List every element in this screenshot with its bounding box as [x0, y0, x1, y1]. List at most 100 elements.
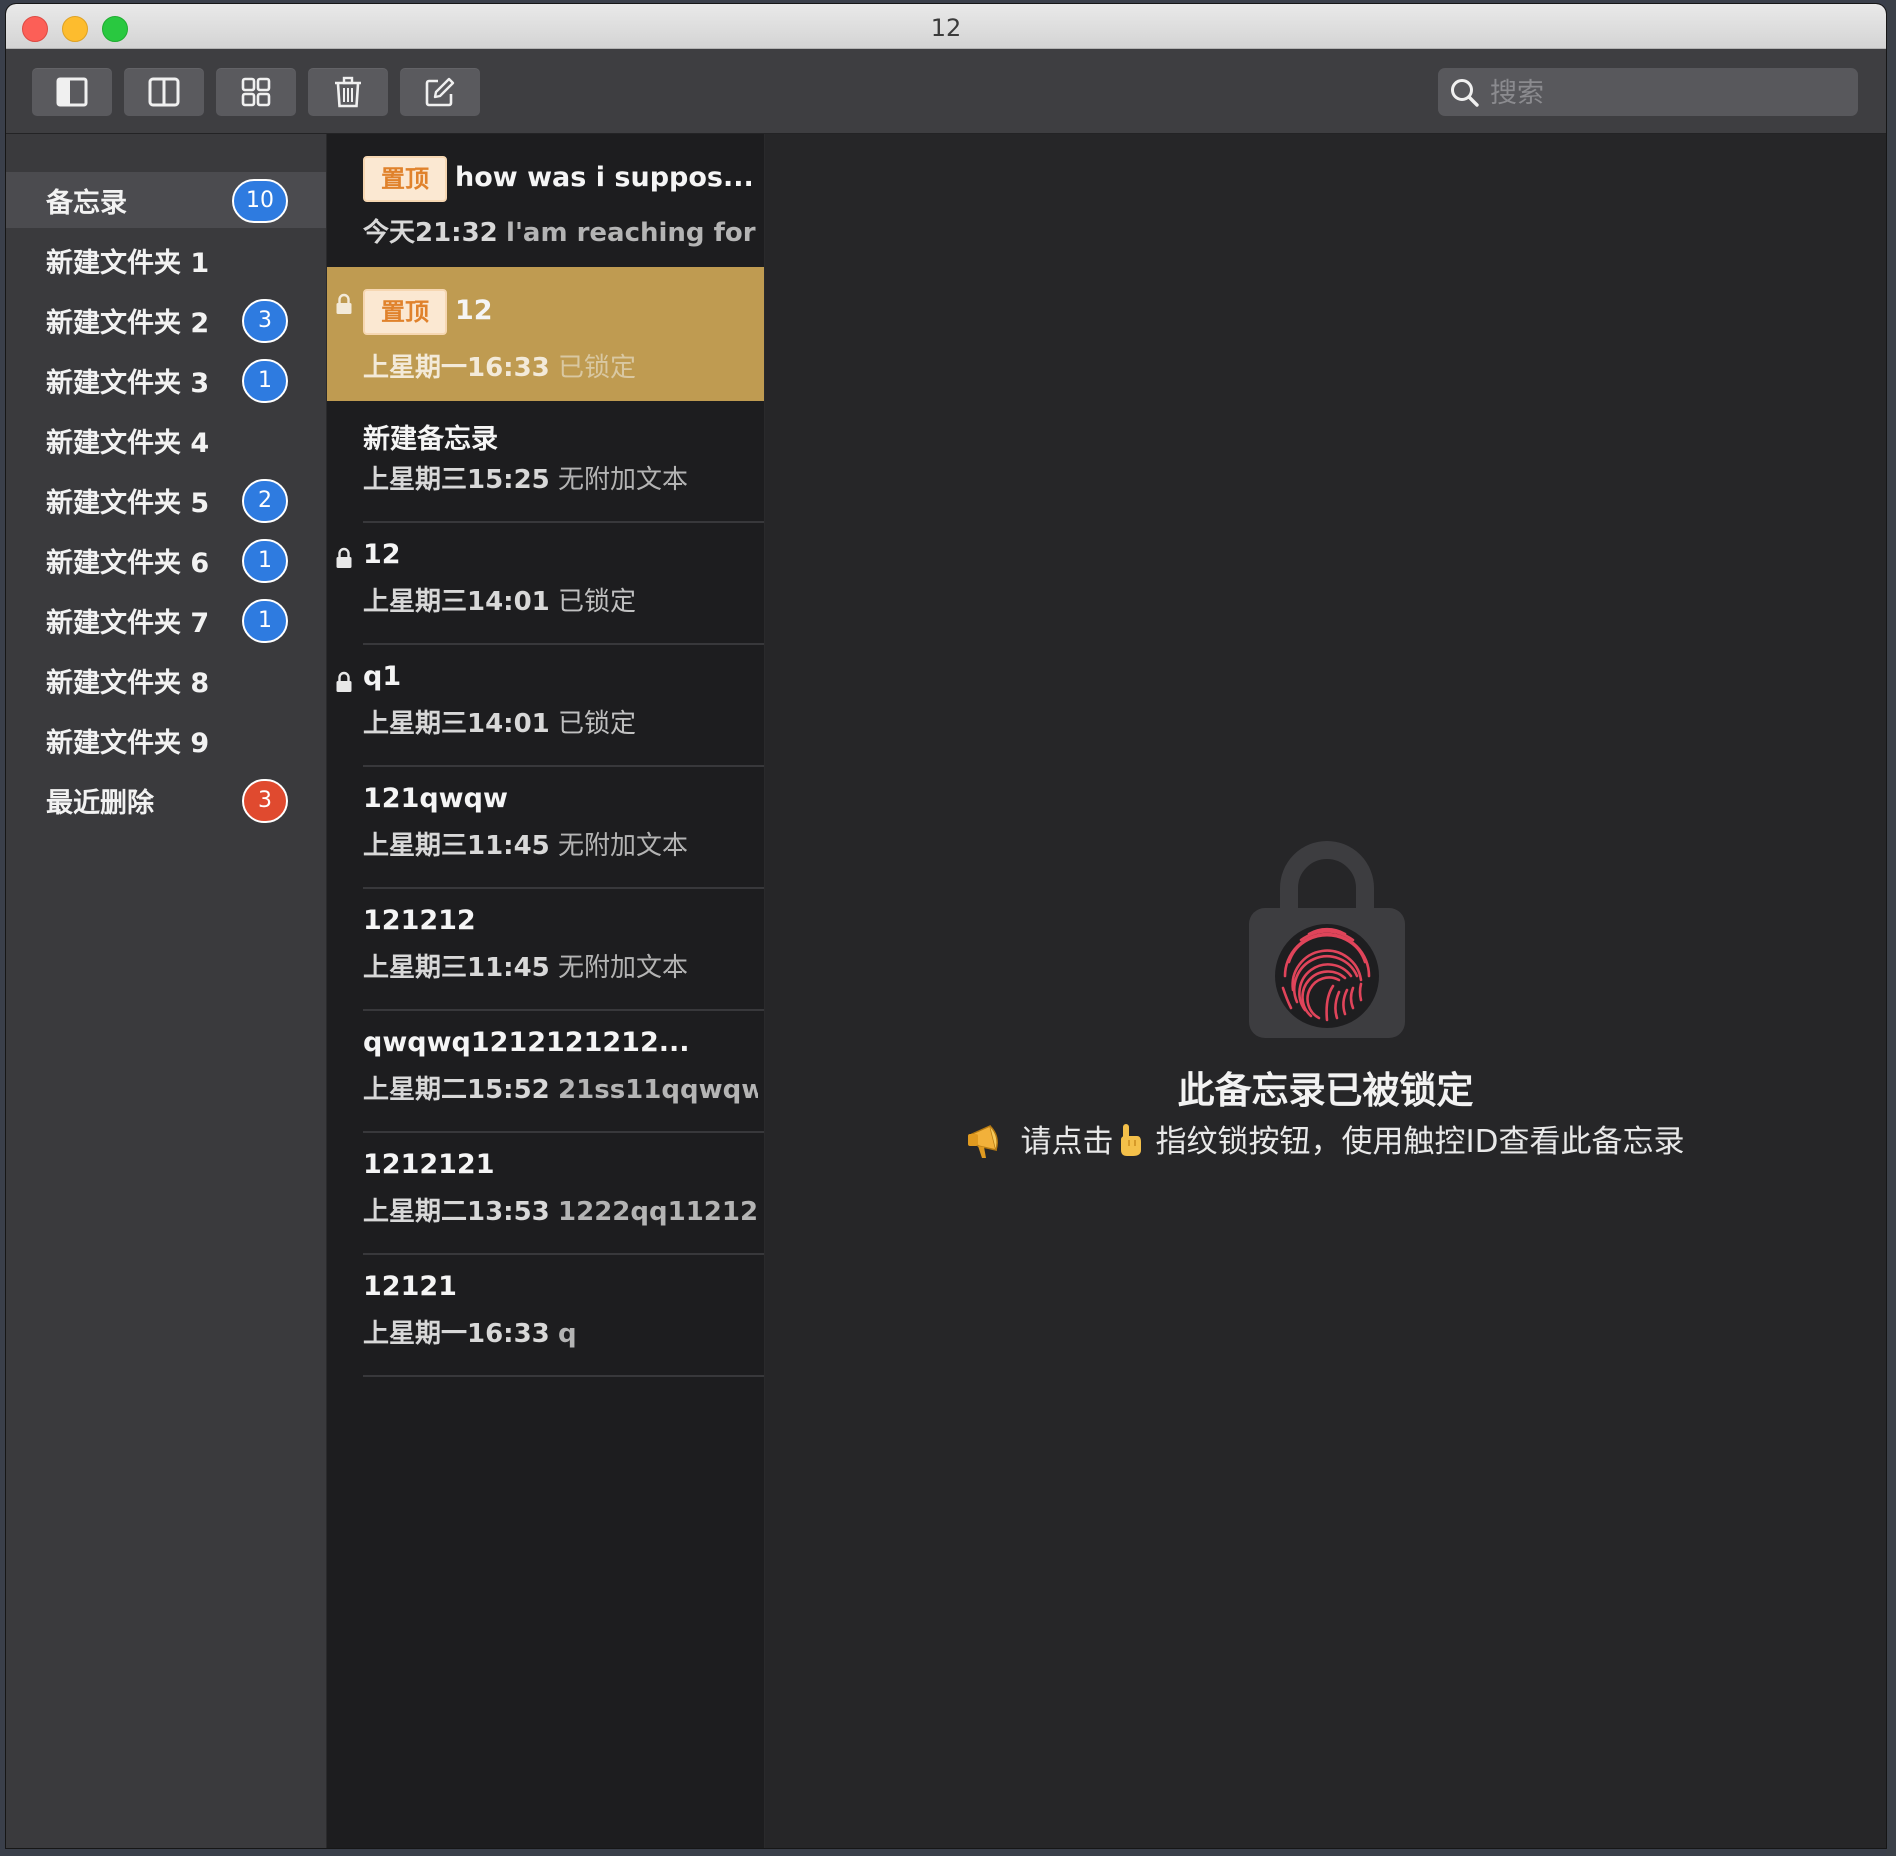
note-title: 1212121 [363, 1149, 495, 1180]
note-time: 上星期三15:25 [363, 465, 550, 495]
note-detail: 此备忘录已被锁定 请点击 指纹锁按钮，使用触控ID查看此备忘录 [765, 134, 1886, 1848]
note-preview: 无附加文本 [558, 465, 689, 495]
folder-item[interactable]: 新建文件夹 3 1 [6, 352, 326, 408]
note-title-row: 置顶 how was i suppos... [363, 154, 754, 202]
new-note-button[interactable] [400, 68, 480, 116]
note-title: 12121 [363, 1271, 457, 1302]
note-time: 上星期二13:53 [363, 1197, 550, 1227]
toolbar [6, 49, 1886, 134]
note-preview: 已锁定 [558, 709, 637, 739]
lock-icon [336, 671, 352, 692]
note-title: 12 [455, 295, 493, 326]
note-preview: 已锁定 [558, 353, 637, 383]
count-badge: 1 [242, 599, 288, 643]
folder-item[interactable]: 新建文件夹 4 [6, 412, 326, 468]
folder-label: 新建文件夹 5 [46, 487, 210, 519]
window-title: 12 [930, 14, 962, 42]
note-item[interactable]: qwqwq1212121212... 上星期二15:52 21ss11qqwqw… [327, 1011, 764, 1133]
note-subtitle: 上星期三15:25 无附加文本 [363, 459, 688, 496]
gallery-view-button[interactable] [216, 68, 296, 116]
note-time: 上星期一16:33 [363, 353, 550, 383]
delete-button[interactable] [308, 68, 388, 116]
note-preview: 21ss11qqwqw... [558, 1075, 758, 1105]
search-input[interactable] [1488, 68, 1842, 118]
folder-label: 新建文件夹 2 [46, 307, 210, 339]
note-preview: 已锁定 [558, 587, 637, 617]
locked-hint: 请点击 指纹锁按钮，使用触控ID查看此备忘录 [765, 1116, 1886, 1161]
note-time: 上星期一16:33 [363, 1319, 550, 1349]
two-pane-icon [148, 77, 180, 107]
folder-sidebar: 备忘录 10 新建文件夹 1 新建文件夹 2 3 新建文件夹 3 1 新建文件夹… [6, 134, 326, 1848]
folder-label: 最近删除 [46, 787, 154, 819]
note-subtitle: 上星期一16:33 已锁定 [363, 347, 636, 384]
note-time: 今天21:32 [363, 218, 498, 248]
fingerprint-lock-button[interactable] [1249, 840, 1405, 1040]
folder-label: 新建文件夹 8 [46, 667, 210, 699]
folder-item[interactable]: 新建文件夹 9 [6, 712, 326, 768]
pinned-badge: 置顶 [363, 288, 447, 335]
folder-item[interactable]: 新建文件夹 1 [6, 232, 326, 288]
folder-item[interactable]: 新建文件夹 2 3 [6, 292, 326, 348]
count-badge: 1 [242, 359, 288, 403]
grid-icon [241, 77, 271, 107]
hint-text-2: 指纹锁按钮，使用触控ID查看此备忘录 [1155, 1124, 1685, 1160]
note-preview: l'am reaching for t... [506, 218, 758, 248]
notes-window: 12 搜索 备忘录 10 新建文件夹 1 新建文件夹 2 3 新建文件夹 3 1… [6, 4, 1886, 1848]
search-field[interactable] [1438, 68, 1858, 118]
note-subtitle: 上星期三11:45 无附加文本 [363, 947, 688, 984]
note-subtitle: 今天21:32 l'am reaching for t... [363, 212, 758, 249]
note-list: 置顶 how was i suppos... 今天21:32 l'am reach… [327, 134, 764, 1848]
count-badge: 10 [232, 179, 288, 223]
hint-text-1: 请点击 [1020, 1124, 1114, 1160]
note-item[interactable]: q1 上星期三14:01 已锁定 [327, 645, 764, 767]
folder-item[interactable]: 新建文件夹 5 2 [6, 472, 326, 528]
count-badge: 3 [242, 779, 288, 823]
note-item[interactable]: 121qwqw 上星期三11:45 无附加文本 [327, 767, 764, 889]
folder-item-notes[interactable]: 备忘录 10 [6, 172, 326, 228]
desktop-edge [1886, 0, 1896, 1856]
note-title: 121212 [363, 905, 476, 936]
separator [363, 1375, 764, 1377]
lock-shackle [1280, 841, 1374, 910]
note-title: q1 [363, 661, 402, 692]
note-title-row: 置顶 12 [363, 287, 493, 335]
note-title: how was i suppos... [455, 162, 754, 193]
trash-icon [335, 76, 361, 108]
locked-title: 此备忘录已被锁定 [1177, 1069, 1474, 1112]
lock-icon [336, 293, 352, 314]
note-item-selected[interactable]: 置顶 12 上星期一16:33 已锁定 [327, 267, 764, 401]
note-item[interactable]: 置顶 how was i suppos... 今天21:32 l'am reach… [327, 134, 764, 265]
pointing-hand-icon [1121, 1124, 1142, 1156]
count-badge: 3 [242, 299, 288, 343]
note-subtitle: 上星期三11:45 无附加文本 [363, 825, 688, 862]
note-preview: q [558, 1319, 577, 1349]
folder-label: 备忘录 [46, 187, 127, 219]
note-preview: 无附加文本 [558, 831, 689, 861]
note-item[interactable]: 1212121 上星期二13:53 1222qq112121... [327, 1133, 764, 1255]
note-subtitle: 上星期三14:01 已锁定 [363, 703, 636, 740]
folder-item-recently-deleted[interactable]: 最近删除 3 [6, 772, 326, 828]
folder-item[interactable]: 新建文件夹 8 [6, 652, 326, 708]
folder-item[interactable]: 新建文件夹 6 1 [6, 532, 326, 588]
folder-label: 新建文件夹 9 [46, 727, 210, 759]
note-subtitle: 上星期三14:01 已锁定 [363, 581, 636, 618]
note-subtitle: 上星期一16:33 q [363, 1313, 577, 1350]
pinned-badge: 置顶 [363, 155, 447, 202]
megaphone-icon [968, 1124, 999, 1158]
note-time: 上星期三11:45 [363, 831, 550, 861]
folder-label: 新建文件夹 4 [46, 427, 210, 459]
note-item[interactable]: 121212 上星期三11:45 无附加文本 [327, 889, 764, 1011]
folder-label: 新建文件夹 6 [46, 547, 210, 579]
note-item[interactable]: 12 上星期三14:01 已锁定 [327, 523, 764, 645]
note-subtitle: 上星期二15:52 21ss11qqwqw... [363, 1069, 758, 1106]
folder-label: 新建文件夹 1 [46, 247, 210, 279]
note-item[interactable]: 12121 上星期一16:33 q [327, 1255, 764, 1377]
note-item[interactable]: 新建备忘录 上星期三15:25 无附加文本 [327, 401, 764, 523]
title-bar: 12 [6, 4, 1886, 49]
note-subtitle: 上星期二13:53 1222qq112121... [363, 1191, 758, 1228]
sidebar-toggle-button[interactable] [32, 68, 112, 116]
two-pane-button[interactable] [124, 68, 204, 116]
note-time: 上星期三14:01 [363, 709, 550, 739]
folder-item[interactable]: 新建文件夹 7 1 [6, 592, 326, 648]
note-title: qwqwq1212121212... [363, 1027, 690, 1058]
